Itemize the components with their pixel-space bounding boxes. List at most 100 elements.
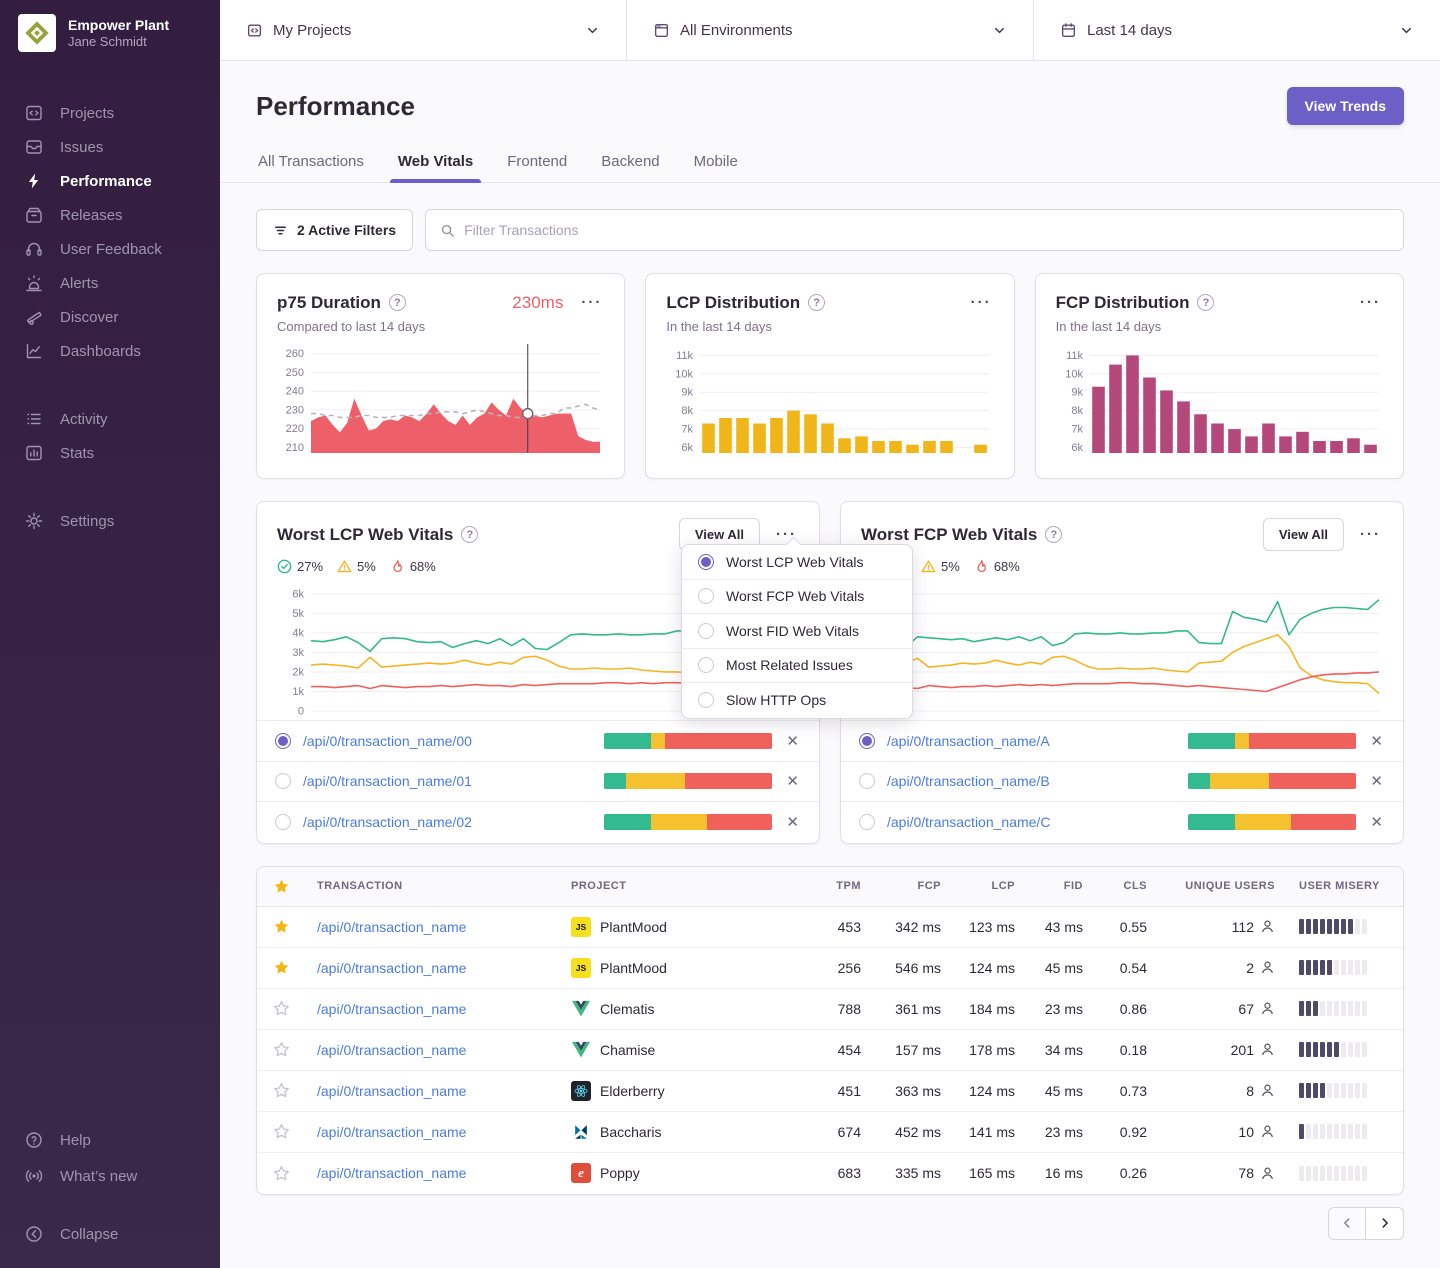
view-all-button[interactable]: View All — [1263, 518, 1344, 551]
help-icon[interactable]: ? — [1197, 294, 1214, 311]
previous-page-button[interactable] — [1328, 1207, 1366, 1240]
radio-button[interactable] — [275, 814, 291, 830]
sidebar-item-discover[interactable]: Discover — [0, 300, 220, 334]
svg-text:6k: 6k — [1071, 442, 1083, 454]
favorite-star-icon[interactable] — [273, 1082, 290, 1099]
svg-text:7k: 7k — [682, 424, 694, 436]
project-cell[interactable]: JSPlantMood — [571, 958, 799, 978]
menu-option-slow-http-ops[interactable]: Slow HTTP Ops — [682, 683, 912, 718]
favorite-star-icon[interactable] — [273, 959, 290, 976]
view-trends-button[interactable]: View Trends — [1287, 87, 1404, 125]
tab-all-transactions[interactable]: All Transactions — [256, 145, 366, 182]
favorite-star-icon[interactable] — [273, 1165, 290, 1182]
project-filter-dropdown[interactable]: My Projects — [220, 0, 627, 60]
column-header-unique-users[interactable]: UNIQUE USERS — [1147, 880, 1275, 892]
sidebar-item-alerts[interactable]: Alerts — [0, 266, 220, 300]
help-icon[interactable]: ? — [808, 294, 825, 311]
sidebar-item-projects[interactable]: Projects — [0, 96, 220, 130]
transaction-link[interactable]: /api/0/transaction_name/00 — [303, 733, 472, 749]
transaction-link[interactable]: /api/0/transaction_name — [317, 960, 571, 976]
transaction-link[interactable]: /api/0/transaction_name — [317, 1124, 571, 1140]
column-header-project[interactable]: PROJECT — [571, 880, 799, 892]
summary-cards-row: p75 Duration ? 230ms ··· Compared to las… — [256, 273, 1404, 479]
sidebar-item-dashboards[interactable]: Dashboards — [0, 334, 220, 368]
active-filters-button[interactable]: 2 Active Filters — [256, 209, 413, 251]
transaction-link[interactable]: /api/0/transaction_name/A — [887, 733, 1050, 749]
column-header-transaction[interactable]: TRANSACTION — [317, 880, 571, 892]
column-header-fcp[interactable]: FCP — [861, 880, 941, 892]
help-icon[interactable]: ? — [389, 294, 406, 311]
card-menu-button[interactable]: ··· — [969, 291, 994, 314]
close-icon[interactable]: ✕ — [1368, 732, 1385, 750]
transaction-link[interactable]: /api/0/transaction_name — [317, 919, 571, 935]
cls-value: 0.73 — [1083, 1083, 1147, 1099]
tab-mobile[interactable]: Mobile — [692, 145, 740, 182]
radio-button[interactable] — [859, 773, 875, 789]
tab-backend[interactable]: Backend — [599, 145, 661, 182]
close-icon[interactable]: ✕ — [784, 732, 801, 750]
menu-option-worst-fid-web-vitals[interactable]: Worst FID Web Vitals — [682, 614, 912, 649]
sidebar-item-releases[interactable]: Releases — [0, 198, 220, 232]
project-cell[interactable]: ePoppy — [571, 1163, 799, 1183]
sidebar-item-collapse[interactable]: Collapse — [0, 1216, 220, 1252]
column-header-lcp[interactable]: LCP — [941, 880, 1015, 892]
tab-frontend[interactable]: Frontend — [505, 145, 569, 182]
transaction-link[interactable]: /api/0/transaction_name — [317, 1083, 571, 1099]
column-header-fid[interactable]: FID — [1015, 880, 1083, 892]
card-menu-button[interactable]: ··· — [1358, 523, 1383, 546]
close-icon[interactable]: ✕ — [1368, 813, 1385, 831]
org-switcher[interactable]: Empower Plant Jane Schmidt — [0, 0, 220, 66]
transaction-link[interactable]: /api/0/transaction_name/02 — [303, 814, 472, 830]
transaction-link[interactable]: /api/0/transaction_name — [317, 1165, 571, 1181]
sidebar-item-settings[interactable]: Settings — [0, 504, 220, 538]
close-icon[interactable]: ✕ — [784, 813, 801, 831]
radio-button[interactable] — [859, 814, 875, 830]
user-misery-bar — [1275, 919, 1387, 934]
favorite-star-icon[interactable] — [273, 1000, 290, 1017]
sidebar-item-help[interactable]: Help — [0, 1122, 220, 1158]
menu-option-worst-fcp-web-vitals[interactable]: Worst FCP Web Vitals — [682, 580, 912, 615]
transaction-link[interactable]: /api/0/transaction_name — [317, 1001, 571, 1017]
search-input[interactable] — [464, 222, 1389, 238]
favorite-star-icon[interactable] — [273, 918, 290, 935]
favorite-star-icon[interactable] — [273, 1123, 290, 1140]
radio-button[interactable] — [275, 773, 291, 789]
card-title: Worst FCP Web Vitals ? — [861, 525, 1062, 545]
transaction-link[interactable]: /api/0/transaction_name/B — [887, 773, 1050, 789]
menu-option-worst-lcp-web-vitals[interactable]: Worst LCP Web Vitals — [682, 545, 912, 580]
environment-filter-dropdown[interactable]: All Environments — [627, 0, 1034, 60]
sidebar-item-stats[interactable]: Stats — [0, 436, 220, 470]
column-header-user-misery[interactable]: USER MISERY — [1275, 880, 1387, 892]
next-page-button[interactable] — [1366, 1207, 1404, 1240]
project-cell[interactable]: JSPlantMood — [571, 917, 799, 937]
sidebar-item-issues[interactable]: Issues — [0, 130, 220, 164]
card-menu-button[interactable]: ··· — [1358, 291, 1383, 314]
column-header-tpm[interactable]: TPM — [799, 880, 861, 892]
project-cell[interactable]: Elderberry — [571, 1081, 799, 1101]
sidebar-item-user-feedback[interactable]: User Feedback — [0, 232, 220, 266]
project-cell[interactable]: Chamise — [571, 1040, 799, 1060]
transaction-link[interactable]: /api/0/transaction_name/01 — [303, 773, 472, 789]
transaction-link[interactable]: /api/0/transaction_name — [317, 1042, 571, 1058]
table-row: /api/0/transaction_name Elderberry 451 3… — [257, 1071, 1403, 1112]
help-icon[interactable]: ? — [461, 526, 478, 543]
favorite-star-icon[interactable] — [273, 1041, 290, 1058]
close-icon[interactable]: ✕ — [1368, 772, 1385, 790]
transaction-link[interactable]: /api/0/transaction_name/C — [887, 814, 1050, 830]
menu-option-most-related-issues[interactable]: Most Related Issues — [682, 649, 912, 684]
radio-button[interactable] — [859, 733, 875, 749]
project-cell[interactable]: Clematis — [571, 999, 799, 1019]
card-menu-button[interactable]: ··· — [579, 291, 604, 314]
sidebar-item-activity[interactable]: Activity — [0, 402, 220, 436]
radio-button[interactable] — [275, 733, 291, 749]
vitals-row: /api/0/transaction_name/A ✕ — [841, 721, 1403, 762]
column-header-cls[interactable]: CLS — [1083, 880, 1147, 892]
tab-web-vitals[interactable]: Web Vitals — [396, 145, 475, 182]
date-range-dropdown[interactable]: Last 14 days — [1034, 0, 1440, 60]
sidebar-item-performance[interactable]: Performance — [0, 164, 220, 198]
fcp-value: 546 ms — [861, 960, 941, 976]
help-icon[interactable]: ? — [1045, 526, 1062, 543]
close-icon[interactable]: ✕ — [784, 772, 801, 790]
project-cell[interactable]: Baccharis — [571, 1122, 799, 1142]
sidebar-item-what-s-new[interactable]: What’s new — [0, 1158, 220, 1194]
